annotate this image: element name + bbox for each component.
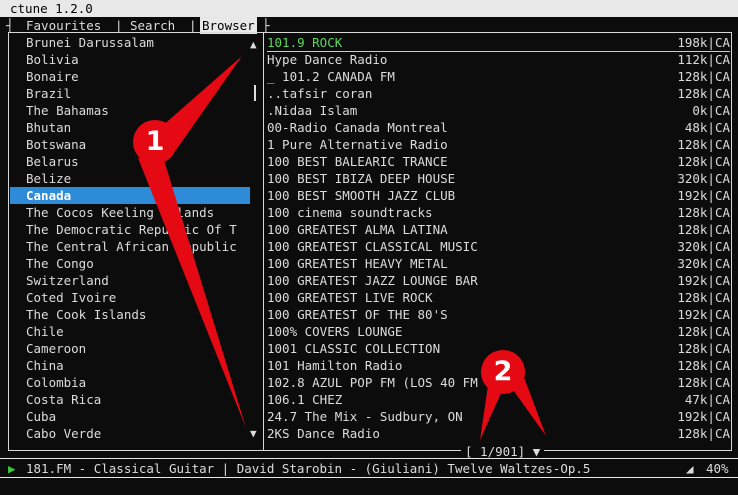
annotation-arrow-1-down (138, 158, 246, 428)
annotation-callout-2: 2 (481, 350, 525, 394)
annotation-callout-1: 1 (133, 120, 177, 164)
annotation-arrows (138, 56, 546, 440)
